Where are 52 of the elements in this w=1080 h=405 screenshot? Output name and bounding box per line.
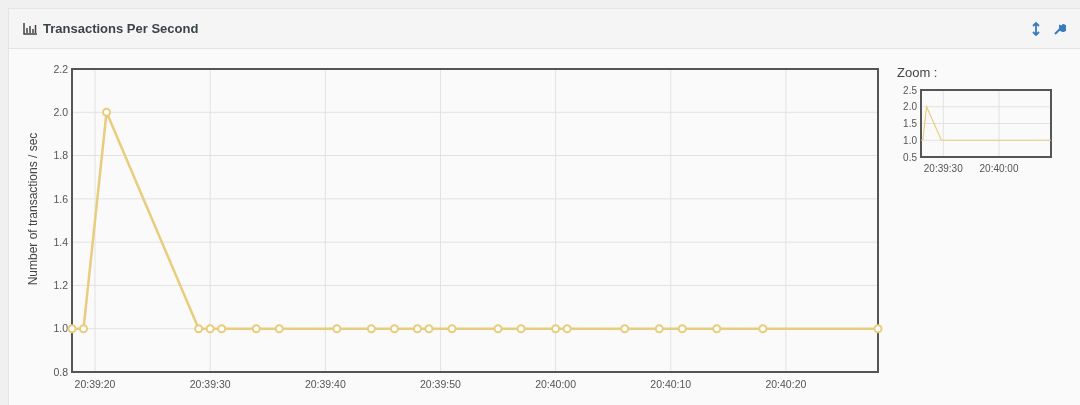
data-point: [654, 324, 664, 334]
data-point: [562, 324, 572, 334]
y-tick-label: 2.5: [903, 84, 917, 95]
data-point: [712, 324, 722, 334]
bar-chart-icon: [23, 22, 37, 35]
data-point: [366, 324, 376, 334]
x-tick-label: 20:40:00: [535, 377, 577, 390]
data-point: [274, 324, 284, 334]
data-point: [205, 324, 215, 334]
data-point: [447, 324, 457, 334]
data-point: [412, 324, 422, 334]
data-point: [620, 324, 630, 334]
settings-icon[interactable]: [1054, 22, 1066, 35]
data-point: [217, 324, 227, 334]
data-point: [677, 324, 687, 334]
data-point: [251, 324, 261, 334]
x-tick-label: 20:40:20: [765, 377, 807, 390]
x-tick-label: 20:39:50: [420, 377, 461, 390]
data-point: [102, 107, 112, 117]
y-tick-label: 1.2: [53, 279, 68, 292]
y-tick-label: 1.6: [53, 192, 68, 205]
data-point: [758, 324, 768, 334]
resize-icon[interactable]: [1032, 21, 1040, 36]
data-point: [79, 324, 88, 334]
y-tick-label: 2.0: [53, 105, 68, 118]
x-tick-label: 20:39:30: [189, 377, 231, 390]
y-tick-label: 1.0: [903, 134, 917, 146]
data-point: [194, 324, 204, 334]
y-tick-label: 1.4: [53, 235, 68, 248]
data-point: [67, 324, 77, 334]
x-tick-label: 20:39:20: [74, 377, 116, 390]
y-tick-label: 1.8: [53, 149, 68, 162]
y-tick-label: 2.2: [53, 62, 68, 75]
y-tick-label: 1.0: [53, 322, 68, 335]
data-point: [424, 324, 434, 334]
data-point: [389, 324, 399, 334]
x-tick-label: 20:39:40: [304, 377, 346, 390]
y-tick-label: 2.0: [903, 100, 917, 112]
y-tick-label: 1.5: [903, 117, 917, 129]
y-axis-title: Number of transactions / sec: [25, 132, 41, 286]
zoom-label: Zoom :: [896, 64, 939, 82]
x-tick-label: 20:39:30: [923, 162, 963, 174]
data-point: [551, 324, 561, 334]
y-tick-label: 0.5: [903, 151, 917, 162]
panel-title: Transactions Per Second: [43, 19, 199, 38]
x-tick-label: 20:40:00: [979, 162, 1019, 174]
data-point: [516, 324, 526, 334]
data-point: [873, 324, 883, 334]
data-point: [332, 324, 342, 334]
data-point: [493, 324, 503, 334]
y-tick-label: 0.8: [53, 365, 68, 378]
x-tick-label: 20:40:10: [650, 377, 692, 390]
